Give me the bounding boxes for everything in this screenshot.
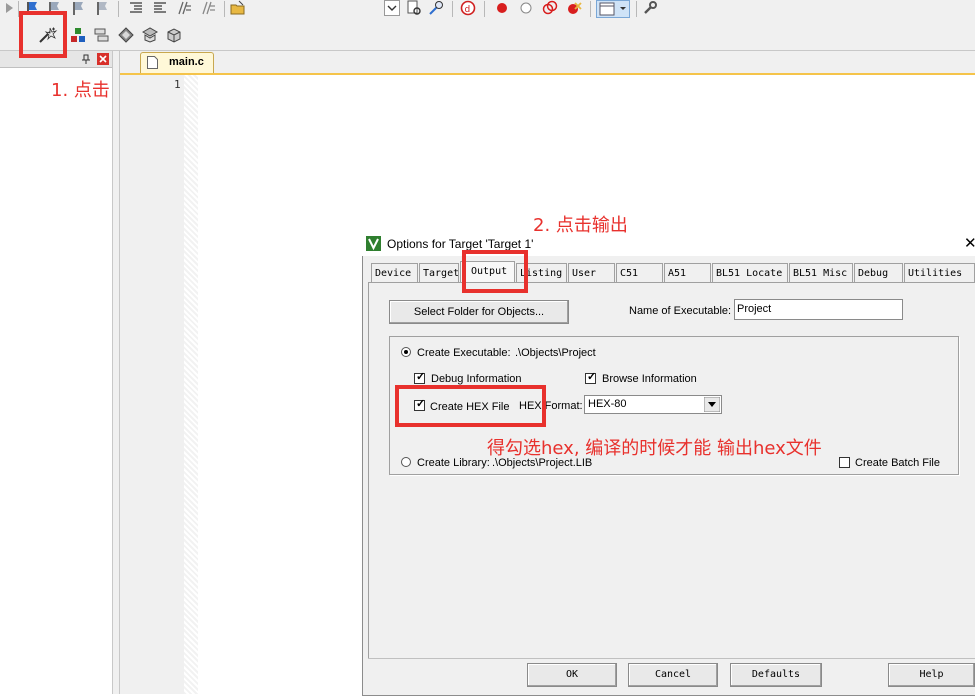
kill-breakpoints-icon[interactable] [542, 0, 558, 16]
window-layout-dropdown-icon[interactable] [596, 0, 630, 18]
open-folder-icon[interactable] [230, 0, 246, 16]
debug-information-checkbox[interactable]: ✓ [414, 371, 426, 384]
pack-installer-diamond-icon[interactable] [118, 27, 134, 43]
toolbar-separator [452, 1, 453, 17]
editor-tab-label: main.c [169, 56, 204, 68]
fold-margin [184, 75, 198, 694]
toolbar-separator [590, 1, 591, 17]
breakpoint-icon[interactable] [494, 0, 510, 16]
line-number: 1 [174, 78, 181, 91]
debug-session-icon[interactable]: d [460, 0, 476, 16]
pack-box-icon[interactable] [166, 27, 182, 43]
tab-bl51-locate[interactable]: BL51 Locate [712, 263, 788, 282]
cancel-button[interactable]: Cancel [628, 663, 718, 687]
toolbar-top: d [0, 0, 975, 21]
select-packs-icon[interactable] [94, 27, 110, 43]
find-in-files-icon[interactable] [406, 0, 422, 16]
toolbar-separator [636, 1, 637, 17]
kill-all-breakpoints-icon[interactable] [566, 0, 582, 16]
toolbar-separator [118, 1, 119, 17]
tab-utilities[interactable]: Utilities [904, 263, 975, 282]
close-icon[interactable] [97, 53, 109, 65]
annotation-step2: 2. 点击输出 [533, 215, 628, 236]
name-of-executable-value: Project [737, 303, 772, 315]
arrow-right-icon[interactable] [2, 0, 18, 16]
highlight-target-options [19, 11, 67, 58]
create-executable-label: Create Executable: [417, 347, 511, 359]
tab-debug[interactable]: Debug [854, 263, 903, 282]
tab-target[interactable]: Target [419, 263, 459, 282]
project-panel [0, 51, 113, 694]
toolbar-build [0, 20, 975, 51]
hex-format-select[interactable]: HEX-80 [584, 395, 722, 414]
highlight-output-tab [462, 250, 528, 293]
annotation-step1: 1. 点击 [51, 80, 110, 101]
software-packs-icon[interactable] [142, 27, 158, 43]
unindent-icon[interactable] [152, 0, 168, 16]
line-number-gutter: 1 [120, 75, 184, 694]
highlight-create-hex [395, 385, 546, 427]
manage-components-icon[interactable] [70, 27, 86, 43]
editor-tabbar [120, 51, 975, 75]
checkmark-icon: ✓ [416, 371, 426, 383]
pin-icon[interactable] [80, 53, 92, 65]
panel-splitter[interactable] [113, 51, 120, 694]
ok-button[interactable]: OK [527, 663, 617, 687]
file-icon [147, 56, 158, 69]
annotation-note: 得勾选hex, 编译的时候才能 输出hex文件 [487, 438, 822, 459]
create-library-label: Create Library: [417, 457, 490, 469]
dialog-title: Options for Target 'Target 1' [387, 237, 534, 251]
tab-a51[interactable]: A51 [664, 263, 711, 282]
tab-c51[interactable]: C51 [616, 263, 663, 282]
chevron-down-icon[interactable] [704, 397, 720, 412]
create-batch-file-label: Create Batch File [855, 457, 940, 469]
create-library-radio[interactable] [401, 457, 411, 467]
select-folder-button[interactable]: Select Folder for Objects... [389, 300, 569, 324]
tab-bl51-misc[interactable]: BL51 Misc [789, 263, 853, 282]
editor-tab-main-c[interactable]: main.c [140, 52, 214, 73]
toolbar-separator [484, 1, 485, 17]
uncomment-icon[interactable] [200, 0, 216, 16]
tab-user[interactable]: User [568, 263, 615, 282]
configure-wrench-icon[interactable] [642, 0, 658, 16]
radio-dot [404, 350, 408, 354]
dropdown-arrow-icon[interactable] [384, 0, 400, 16]
help-button[interactable]: Help [888, 663, 975, 687]
defaults-button[interactable]: Defaults [730, 663, 822, 687]
hex-format-value: HEX-80 [588, 398, 627, 410]
checkmark-icon: ✓ [587, 371, 597, 383]
debug-information-label: Debug Information [431, 373, 522, 385]
browse-information-checkbox[interactable]: ✓ [585, 371, 597, 384]
comment-icon[interactable] [176, 0, 192, 16]
toolbar-separator [224, 1, 225, 17]
indent-icon[interactable] [128, 0, 144, 16]
browse-information-label: Browse Information [602, 373, 697, 385]
name-of-executable-label: Name of Executable: [629, 305, 732, 317]
dialog-close-icon[interactable]: ✕ [964, 234, 975, 252]
create-executable-radio[interactable] [401, 347, 411, 357]
next-bookmark-icon[interactable] [70, 0, 86, 16]
clear-bookmarks-icon[interactable] [94, 0, 110, 16]
incremental-find-icon[interactable] [428, 0, 444, 16]
disable-breakpoint-icon[interactable] [518, 0, 534, 16]
create-executable-path: .\Objects\Project [515, 347, 596, 359]
name-of-executable-input[interactable]: Project [734, 299, 903, 320]
tab-device[interactable]: Device [371, 263, 418, 282]
svg-text:d: d [465, 5, 471, 15]
create-batch-file-checkbox[interactable] [839, 457, 850, 468]
keil-logo-icon [366, 236, 381, 251]
dialog-titlebar: Options for Target 'Target 1' ✕ [362, 232, 975, 256]
